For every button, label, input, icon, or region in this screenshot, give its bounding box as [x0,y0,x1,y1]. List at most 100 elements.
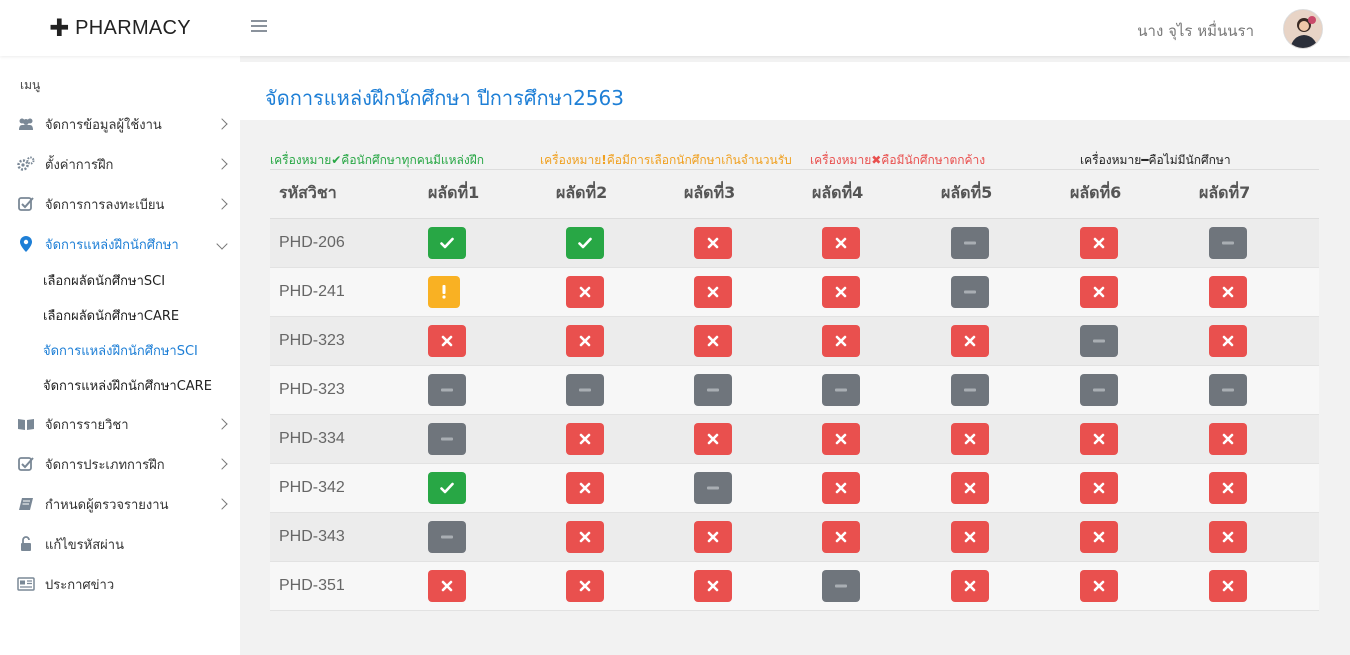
status-button-fail[interactable] [822,520,860,553]
status-button-fail[interactable] [951,471,989,504]
status-button-none[interactable] [566,373,604,406]
status-button-none[interactable] [694,373,732,406]
rotation-cell [932,463,1061,513]
status-button-none[interactable] [1080,373,1118,406]
status-button-none[interactable] [694,471,732,504]
status-button-none[interactable] [951,373,989,406]
times-icon [707,433,719,444]
status-button-fail[interactable] [694,569,732,602]
rotation-cell [675,218,803,268]
status-button-fail[interactable] [566,520,604,553]
status-button-fail[interactable] [1080,569,1118,602]
status-button-fail[interactable] [951,324,989,357]
status-button-fail[interactable] [822,471,860,504]
sidebar-item-courses[interactable]: จัดการรายวิชา [0,404,240,444]
status-button-fail[interactable] [1209,471,1247,504]
status-button-fail[interactable] [694,226,732,259]
status-button-fail[interactable] [694,422,732,455]
status-button-none[interactable] [822,569,860,602]
status-button-fail[interactable] [1209,275,1247,308]
legend-text: คือมีการเลือกนักศึกษาเกินจำนวนรับ [606,153,792,167]
sidebar-item-users[interactable]: จัดการข้อมูลผู้ใช้งาน [0,104,240,144]
status-button-fail[interactable] [566,471,604,504]
times-icon [835,433,847,444]
status-button-fail[interactable] [1209,569,1247,602]
rotation-cell [675,316,803,366]
sidebar-item-training-sites[interactable]: จัดการแหล่งฝึกนักศึกษา [0,224,240,264]
status-button-over[interactable] [428,275,460,308]
status-button-fail[interactable] [566,324,604,357]
status-button-none[interactable] [1209,226,1247,259]
subitem-select-rotation-sci[interactable]: เลือกผลัดนักศึกษาSCI [43,270,165,291]
status-button-none[interactable] [822,373,860,406]
status-button-fail[interactable] [1080,471,1118,504]
times-icon [964,482,976,493]
status-button-fail[interactable] [694,275,732,308]
status-button-none[interactable] [951,226,989,259]
status-button-none[interactable] [951,275,989,308]
brand-logo[interactable]: ✚ PHARMACY [0,0,240,56]
users-icon [17,116,35,132]
status-button-fail[interactable] [1080,520,1118,553]
status-button-fail[interactable] [822,324,860,357]
status-button-none[interactable] [1080,324,1118,357]
status-button-fail[interactable] [951,520,989,553]
status-button-fail[interactable] [951,569,989,602]
legend-text: เครื่องหมาย [810,153,872,167]
rotation-cell [675,414,803,464]
status-button-fail[interactable] [1209,520,1247,553]
status-button-fail[interactable] [822,422,860,455]
rotation-cell [1061,365,1190,415]
status-button-fail[interactable] [1209,324,1247,357]
sidebar-item-news[interactable]: ประกาศข่าว [0,564,240,604]
sidebar-item-report-reviewers[interactable]: กำหนดผู้ตรวจรายงาน [0,484,240,524]
status-button-fail[interactable] [1080,275,1118,308]
hamburger-menu-icon[interactable] [251,20,267,34]
sidebar-item-registration[interactable]: จัดการการลงทะเบียน [0,184,240,224]
minus-icon [1222,388,1234,391]
times-icon [964,433,976,444]
status-button-fail[interactable] [566,569,604,602]
sidebar-item-training-settings[interactable]: ตั้งค่าการฝึก [0,144,240,184]
status-button-fail[interactable] [694,324,732,357]
course-code: PHD-334 [270,414,419,464]
course-code: PHD-241 [270,267,419,317]
status-button-none[interactable] [428,373,466,406]
status-button-pass[interactable] [566,226,604,259]
times-icon [441,580,453,591]
check-icon [440,482,454,493]
status-button-none[interactable] [428,422,466,455]
status-button-pass[interactable] [428,471,466,504]
newspaper-icon [17,576,35,592]
status-button-pass[interactable] [428,226,466,259]
user-name[interactable]: นาง จุไร หมื่นนรา [1137,19,1254,43]
status-button-fail[interactable] [566,422,604,455]
rotation-cell [547,512,675,562]
status-button-fail[interactable] [1080,226,1118,259]
times-icon [964,580,976,591]
subitem-manage-sites-care[interactable]: จัดการแหล่งฝึกนักศึกษาCARE [43,375,212,396]
status-button-fail[interactable] [1209,422,1247,455]
status-button-fail[interactable] [822,275,860,308]
subitem-manage-sites-sci[interactable]: จัดการแหล่งฝึกนักศึกษาSCI [43,340,198,361]
status-button-fail[interactable] [951,422,989,455]
rotation-cell [547,267,675,317]
status-button-none[interactable] [1209,373,1247,406]
status-button-fail[interactable] [822,226,860,259]
status-button-fail[interactable] [428,324,466,357]
status-button-fail[interactable] [428,569,466,602]
sidebar-item-change-password[interactable]: แก้ไขรหัสผ่าน [0,524,240,564]
rotation-cell [547,218,675,268]
rotation-cell [932,267,1061,317]
status-button-none[interactable] [428,520,466,553]
chevron-right-icon [216,118,228,130]
sidebar-item-training-types[interactable]: จัดการประเภทการฝึก [0,444,240,484]
status-button-fail[interactable] [566,275,604,308]
status-button-fail[interactable] [1080,422,1118,455]
status-button-fail[interactable] [694,520,732,553]
rotation-cell [932,561,1061,611]
subitem-select-rotation-care[interactable]: เลือกผลัดนักศึกษาCARE [43,305,179,326]
user-avatar[interactable] [1283,9,1323,49]
chevron-right-icon [216,198,228,210]
sidebar: เมนู จัดการข้อมูลผู้ใช้งาน ตั้งค่าการฝึก… [0,56,240,655]
